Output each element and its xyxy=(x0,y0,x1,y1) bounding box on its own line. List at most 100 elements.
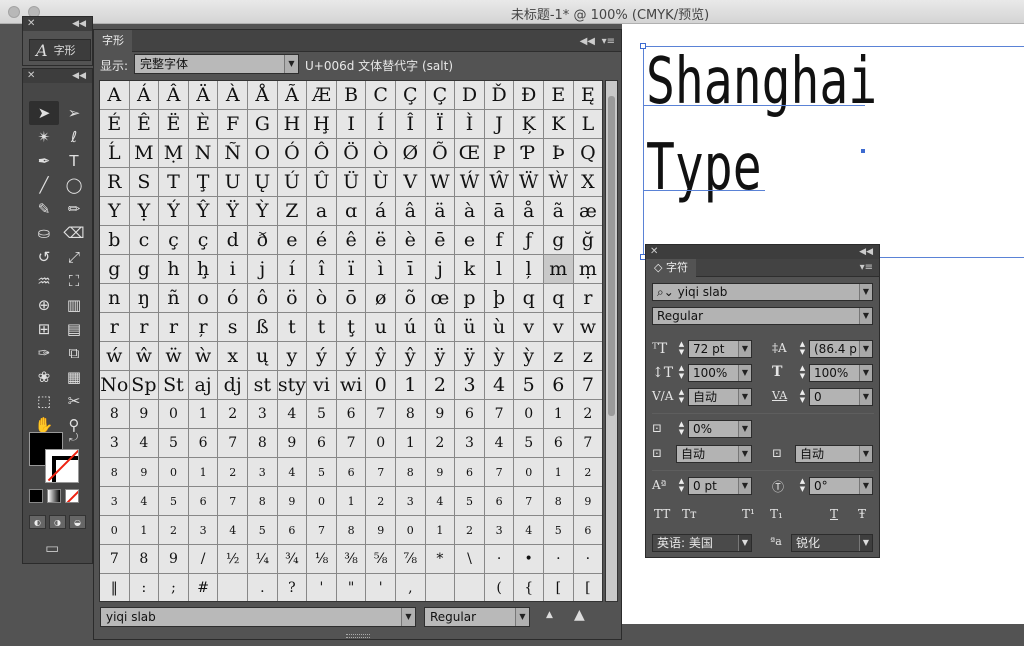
glyph-cell[interactable]: 7 xyxy=(366,458,396,487)
glyph-cell[interactable]: 2 xyxy=(425,371,456,400)
glyph-cell[interactable]: þ xyxy=(484,284,515,313)
glyph-cell[interactable]: É xyxy=(100,110,130,139)
glyph-cell[interactable]: í xyxy=(277,255,308,284)
close-icon[interactable]: ✕ xyxy=(650,245,658,259)
glyph-cell[interactable]: 7 xyxy=(484,458,515,487)
glyph-cell[interactable]: Ķ xyxy=(514,110,544,139)
glyph-cell[interactable]: Ô xyxy=(307,139,337,168)
vertical-scale-stepper[interactable]: ▲ ▼ xyxy=(676,364,687,382)
glyph-cell[interactable]: Ŷ xyxy=(188,197,219,226)
glyph-cell[interactable]: î xyxy=(307,255,337,284)
glyph-cell[interactable]: 0 xyxy=(366,429,396,458)
glyph-cell[interactable]: 3 xyxy=(455,371,485,400)
underline-button[interactable]: T xyxy=(830,507,838,521)
eraser-tool-icon[interactable]: ⌫ xyxy=(59,221,89,245)
panel-menu-icon[interactable]: ▾≡ xyxy=(602,36,615,47)
glyph-cell[interactable]: Ę xyxy=(573,81,602,110)
glyph-cell[interactable] xyxy=(218,574,248,601)
glyph-cell[interactable]: ( xyxy=(485,574,515,601)
glyph-cell[interactable]: Sp xyxy=(129,371,160,400)
glyph-cell[interactable]: 6 xyxy=(573,516,602,545)
lasso-tool-icon[interactable]: ℓ xyxy=(59,125,89,149)
tab-character[interactable]: ◇ 字符 xyxy=(646,259,696,277)
glyph-cell[interactable]: 6 xyxy=(188,487,219,516)
tracking-field[interactable]: 0 ▼ xyxy=(809,388,873,406)
glyph-font-style-dropdown[interactable]: Regular ▼ xyxy=(424,607,530,627)
glyph-cell[interactable]: Ẃ xyxy=(455,168,485,197)
glyph-cell[interactable]: Þ xyxy=(544,139,574,168)
glyph-cell[interactable]: 5 xyxy=(307,400,337,429)
glyph-cell[interactable]: 8 xyxy=(396,458,426,487)
glyph-cell[interactable]: ë xyxy=(366,226,396,255)
glyph-cell[interactable]: ÿ xyxy=(425,342,456,371)
glyph-cell[interactable]: dj xyxy=(218,371,248,400)
glyph-cell[interactable]: · xyxy=(544,545,574,574)
glyph-cell[interactable]: 0 xyxy=(159,458,189,487)
glyph-cell[interactable]: 3 xyxy=(188,516,219,545)
glyph-cell[interactable]: ṃ xyxy=(573,255,602,284)
aki-left-field[interactable]: 自动 ▼ xyxy=(676,445,752,463)
scrollbar-thumb[interactable] xyxy=(608,96,615,416)
glyph-cell[interactable]: 9 xyxy=(277,487,308,516)
glyph-cell[interactable]: 5 xyxy=(159,429,189,458)
glyph-cell[interactable]: 3 xyxy=(484,516,515,545)
glyph-cell[interactable]: Ä xyxy=(188,81,219,110)
glyph-cell[interactable]: Ḩ xyxy=(307,110,337,139)
small-caps-button[interactable]: Tᴛ xyxy=(682,507,697,521)
glyph-cell[interactable]: 3 xyxy=(248,458,278,487)
glyph-cell[interactable]: 7 xyxy=(100,545,130,574)
glyph-cell[interactable]: Y xyxy=(100,197,130,226)
glyph-cell[interactable]: 5 xyxy=(307,458,337,487)
glyph-cell[interactable]: \ xyxy=(455,545,485,574)
glyph-cell[interactable]: Ù xyxy=(366,168,396,197)
glyph-cell[interactable]: · xyxy=(573,545,602,574)
glyph-cell[interactable]: è xyxy=(396,226,426,255)
glyph-cell[interactable]: ỳ xyxy=(514,342,544,371)
glyph-cell[interactable]: 9 xyxy=(159,545,189,574)
glyph-cell[interactable]: 7 xyxy=(336,429,367,458)
glyph-cell[interactable]: " xyxy=(337,574,367,601)
glyph-cell[interactable]: 4 xyxy=(129,429,160,458)
pen-tool-icon[interactable]: ✒ xyxy=(29,149,59,173)
glyph-cell[interactable]: á xyxy=(366,197,396,226)
glyph-cell[interactable]: z xyxy=(544,342,574,371)
glyph-cell[interactable]: ŋ xyxy=(129,284,160,313)
glyph-cell[interactable]: Ŵ xyxy=(484,168,515,197)
close-icon[interactable]: ✕ xyxy=(27,17,35,31)
glyph-cell[interactable]: Ú xyxy=(277,168,308,197)
glyph-cell[interactable]: g xyxy=(544,226,574,255)
tsume-field[interactable]: 0% ▼ xyxy=(688,420,752,438)
glyph-cell[interactable]: 5 xyxy=(514,371,544,400)
glyph-cell[interactable]: 0 xyxy=(514,400,544,429)
glyph-cell[interactable]: 5 xyxy=(455,487,485,516)
mesh-tool-icon[interactable]: ⊞ xyxy=(29,317,59,341)
glyph-cell[interactable]: Û xyxy=(307,168,337,197)
glyph-cell[interactable]: . xyxy=(248,574,278,601)
glyph-font-family-dropdown[interactable]: yiqi slab ▼ xyxy=(100,607,416,627)
baseline-shift-stepper[interactable]: ▲ ▼ xyxy=(676,477,687,495)
glyph-cell[interactable]: R xyxy=(100,168,130,197)
glyph-cell[interactable]: ù xyxy=(484,313,515,342)
glyph-cell[interactable]: ø xyxy=(366,284,396,313)
glyph-cell[interactable]: vi xyxy=(307,371,337,400)
glyph-cell[interactable]: q xyxy=(514,284,544,313)
glyph-cell[interactable]: M xyxy=(129,139,160,168)
glyph-cell[interactable]: 1 xyxy=(544,400,574,429)
glyph-cell[interactable]: ā xyxy=(484,197,515,226)
glyph-cell[interactable]: Ĺ xyxy=(100,139,130,168)
glyph-cell[interactable]: 5 xyxy=(514,429,544,458)
glyph-cell[interactable]: 4 xyxy=(484,371,515,400)
glyph-cell[interactable]: ñ xyxy=(159,284,189,313)
glyph-cell[interactable]: Ñ xyxy=(218,139,248,168)
glyph-cell[interactable]: st xyxy=(248,371,278,400)
glyph-cell[interactable]: 6 xyxy=(455,400,485,429)
eyedropper-tool-icon[interactable]: ✑ xyxy=(29,341,59,365)
glyph-cell[interactable]: 4 xyxy=(514,516,544,545)
glyph-cell[interactable]: o xyxy=(188,284,219,313)
glyph-cell[interactable]: Ã xyxy=(277,81,308,110)
glyph-cell[interactable]: 5 xyxy=(544,516,574,545)
glyph-cell[interactable]: 0 xyxy=(396,516,426,545)
glyph-cell[interactable]: L xyxy=(573,110,602,139)
anti-alias-dropdown[interactable]: 锐化 ▼ xyxy=(791,534,873,552)
glyph-cell[interactable]: ō xyxy=(336,284,367,313)
